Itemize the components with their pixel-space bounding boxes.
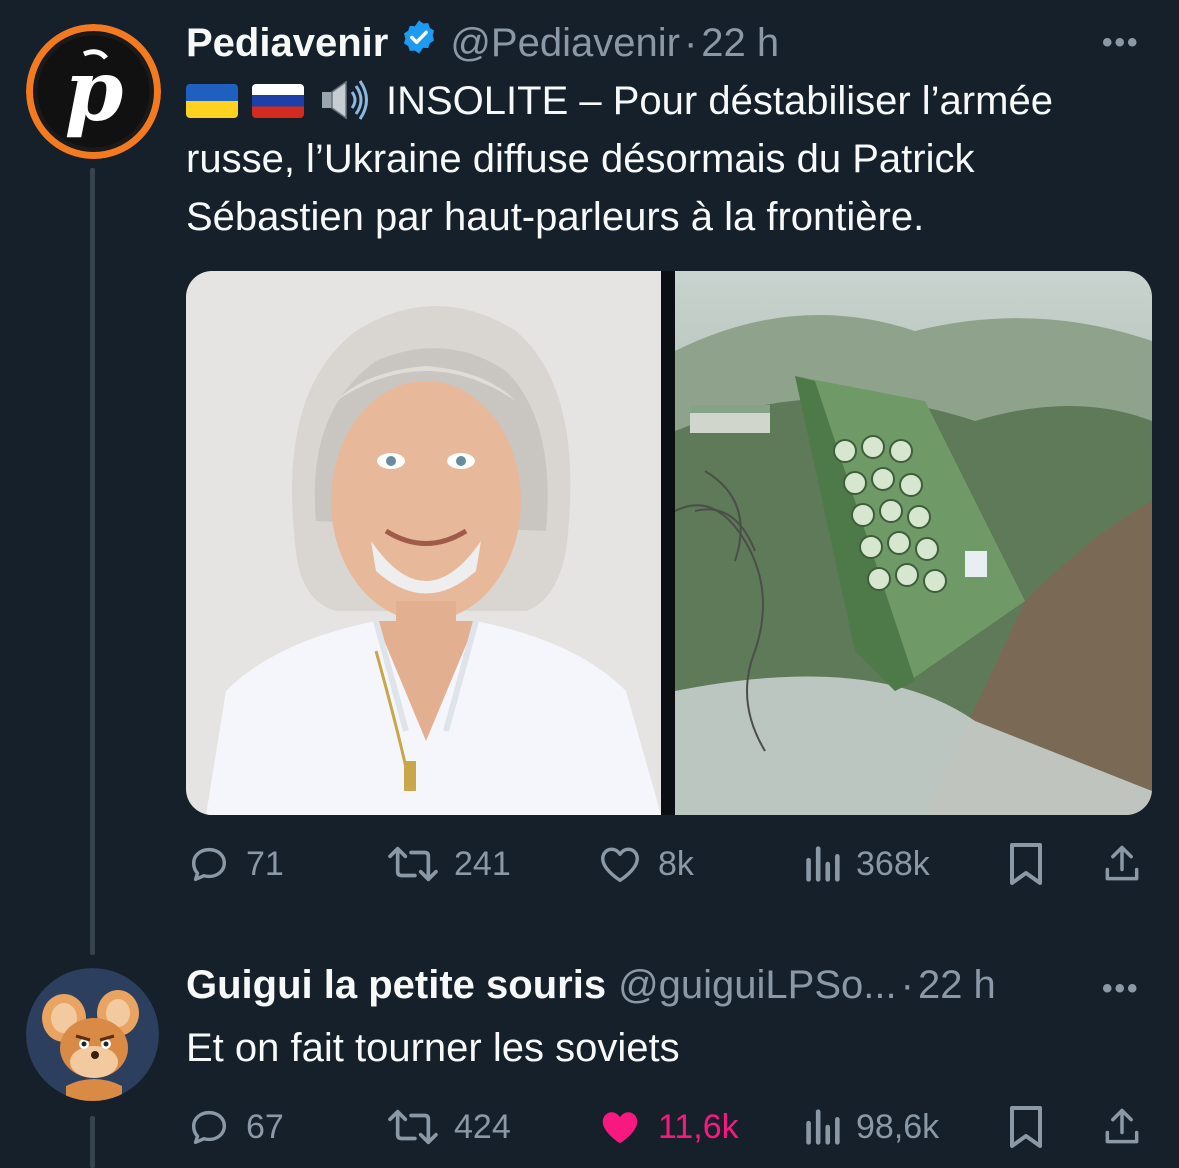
views-button[interactable]: 368k [802,834,930,894]
tweet-text-line-3: Sébastien par haut-parleurs à la frontiè… [186,195,925,239]
reply-action-bar: 67 424 11,6k 98,6k [186,1097,1146,1157]
bookmark-button[interactable] [1006,834,1046,894]
tweet-text-part-1: INSOLITE – Pour déstabiliser l’armée [386,79,1053,123]
share-icon [1100,1104,1144,1150]
reply-count: 67 [246,1107,284,1146]
like-icon [596,841,644,887]
share-button[interactable] [1100,834,1144,894]
retweet-count: 241 [454,844,511,883]
reply-button[interactable]: 71 [186,834,284,894]
share-button[interactable] [1100,1097,1144,1157]
reply-author-handle[interactable]: @guiguiLPSo... [618,963,897,1008]
author-name[interactable]: Pediavenir [186,21,388,66]
reply-timestamp[interactable]: 22 h [918,963,996,1008]
retweet-icon [386,1104,440,1150]
svg-text:p: p [65,41,124,140]
like-button[interactable]: 8k [596,834,694,894]
thread-connector [90,168,95,955]
ukraine-flag-icon [186,84,238,118]
tweet-text: INSOLITE – Pour déstabiliser l’armée rus… [186,72,1146,246]
reply-icon [186,841,232,887]
bookmark-button[interactable] [1006,1097,1046,1157]
reply-header: Guigui la petite souris @guiguiLPSo... ·… [186,963,996,1008]
media-photo-portrait[interactable] [186,271,661,815]
retweet-icon [386,841,440,887]
views-count: 368k [856,844,930,883]
more-options-button[interactable]: ••• [1102,26,1140,60]
reply-text: Et on fait tourner les soviets [186,1026,680,1070]
reply-button[interactable]: 67 [186,1097,284,1157]
tweet-header: Pediavenir @Pediavenir · 22 h [186,18,779,66]
thread-connector-bottom [90,1116,95,1168]
bookmark-icon [1006,1103,1046,1151]
guigui-avatar[interactable] [26,968,159,1101]
pediavenir-avatar[interactable]: p [26,24,161,159]
tweet-action-bar: 71 241 8k 368k [186,834,1146,894]
share-icon [1100,841,1144,887]
retweet-button[interactable]: 241 [386,834,511,894]
like-icon [596,1104,644,1150]
retweet-button[interactable]: 424 [386,1097,511,1157]
reply-more-options-button[interactable]: ••• [1102,972,1140,1006]
tweet-timestamp[interactable]: 22 h [701,21,779,66]
russia-flag-icon [252,84,304,118]
bookmark-icon [1006,840,1046,888]
like-count: 11,6k [658,1107,739,1146]
tweet-text-line-1: INSOLITE – Pour déstabiliser l’armée [186,72,1146,130]
reply-count: 71 [246,844,284,883]
views-count: 98,6k [856,1107,940,1146]
separator-dot: · [683,21,698,65]
reply-icon [186,1104,232,1150]
author-handle[interactable]: @Pediavenir [450,21,680,66]
media-photo-loudspeakers[interactable] [674,271,1152,815]
verified-badge-icon [400,18,438,56]
tweet-media-grid [186,271,1152,815]
views-button[interactable]: 98,6k [802,1097,939,1157]
views-icon [802,1104,842,1150]
retweet-count: 424 [454,1107,511,1146]
views-icon [802,841,842,887]
like-button[interactable]: 11,6k [596,1097,739,1157]
separator-dot: · [900,963,914,1007]
reply-author-name[interactable]: Guigui la petite souris [186,963,606,1008]
tweet-text-line-2: russe, l’Ukraine diffuse désormais du Pa… [186,137,975,181]
speaker-icon [318,78,372,122]
like-count: 8k [658,844,694,883]
